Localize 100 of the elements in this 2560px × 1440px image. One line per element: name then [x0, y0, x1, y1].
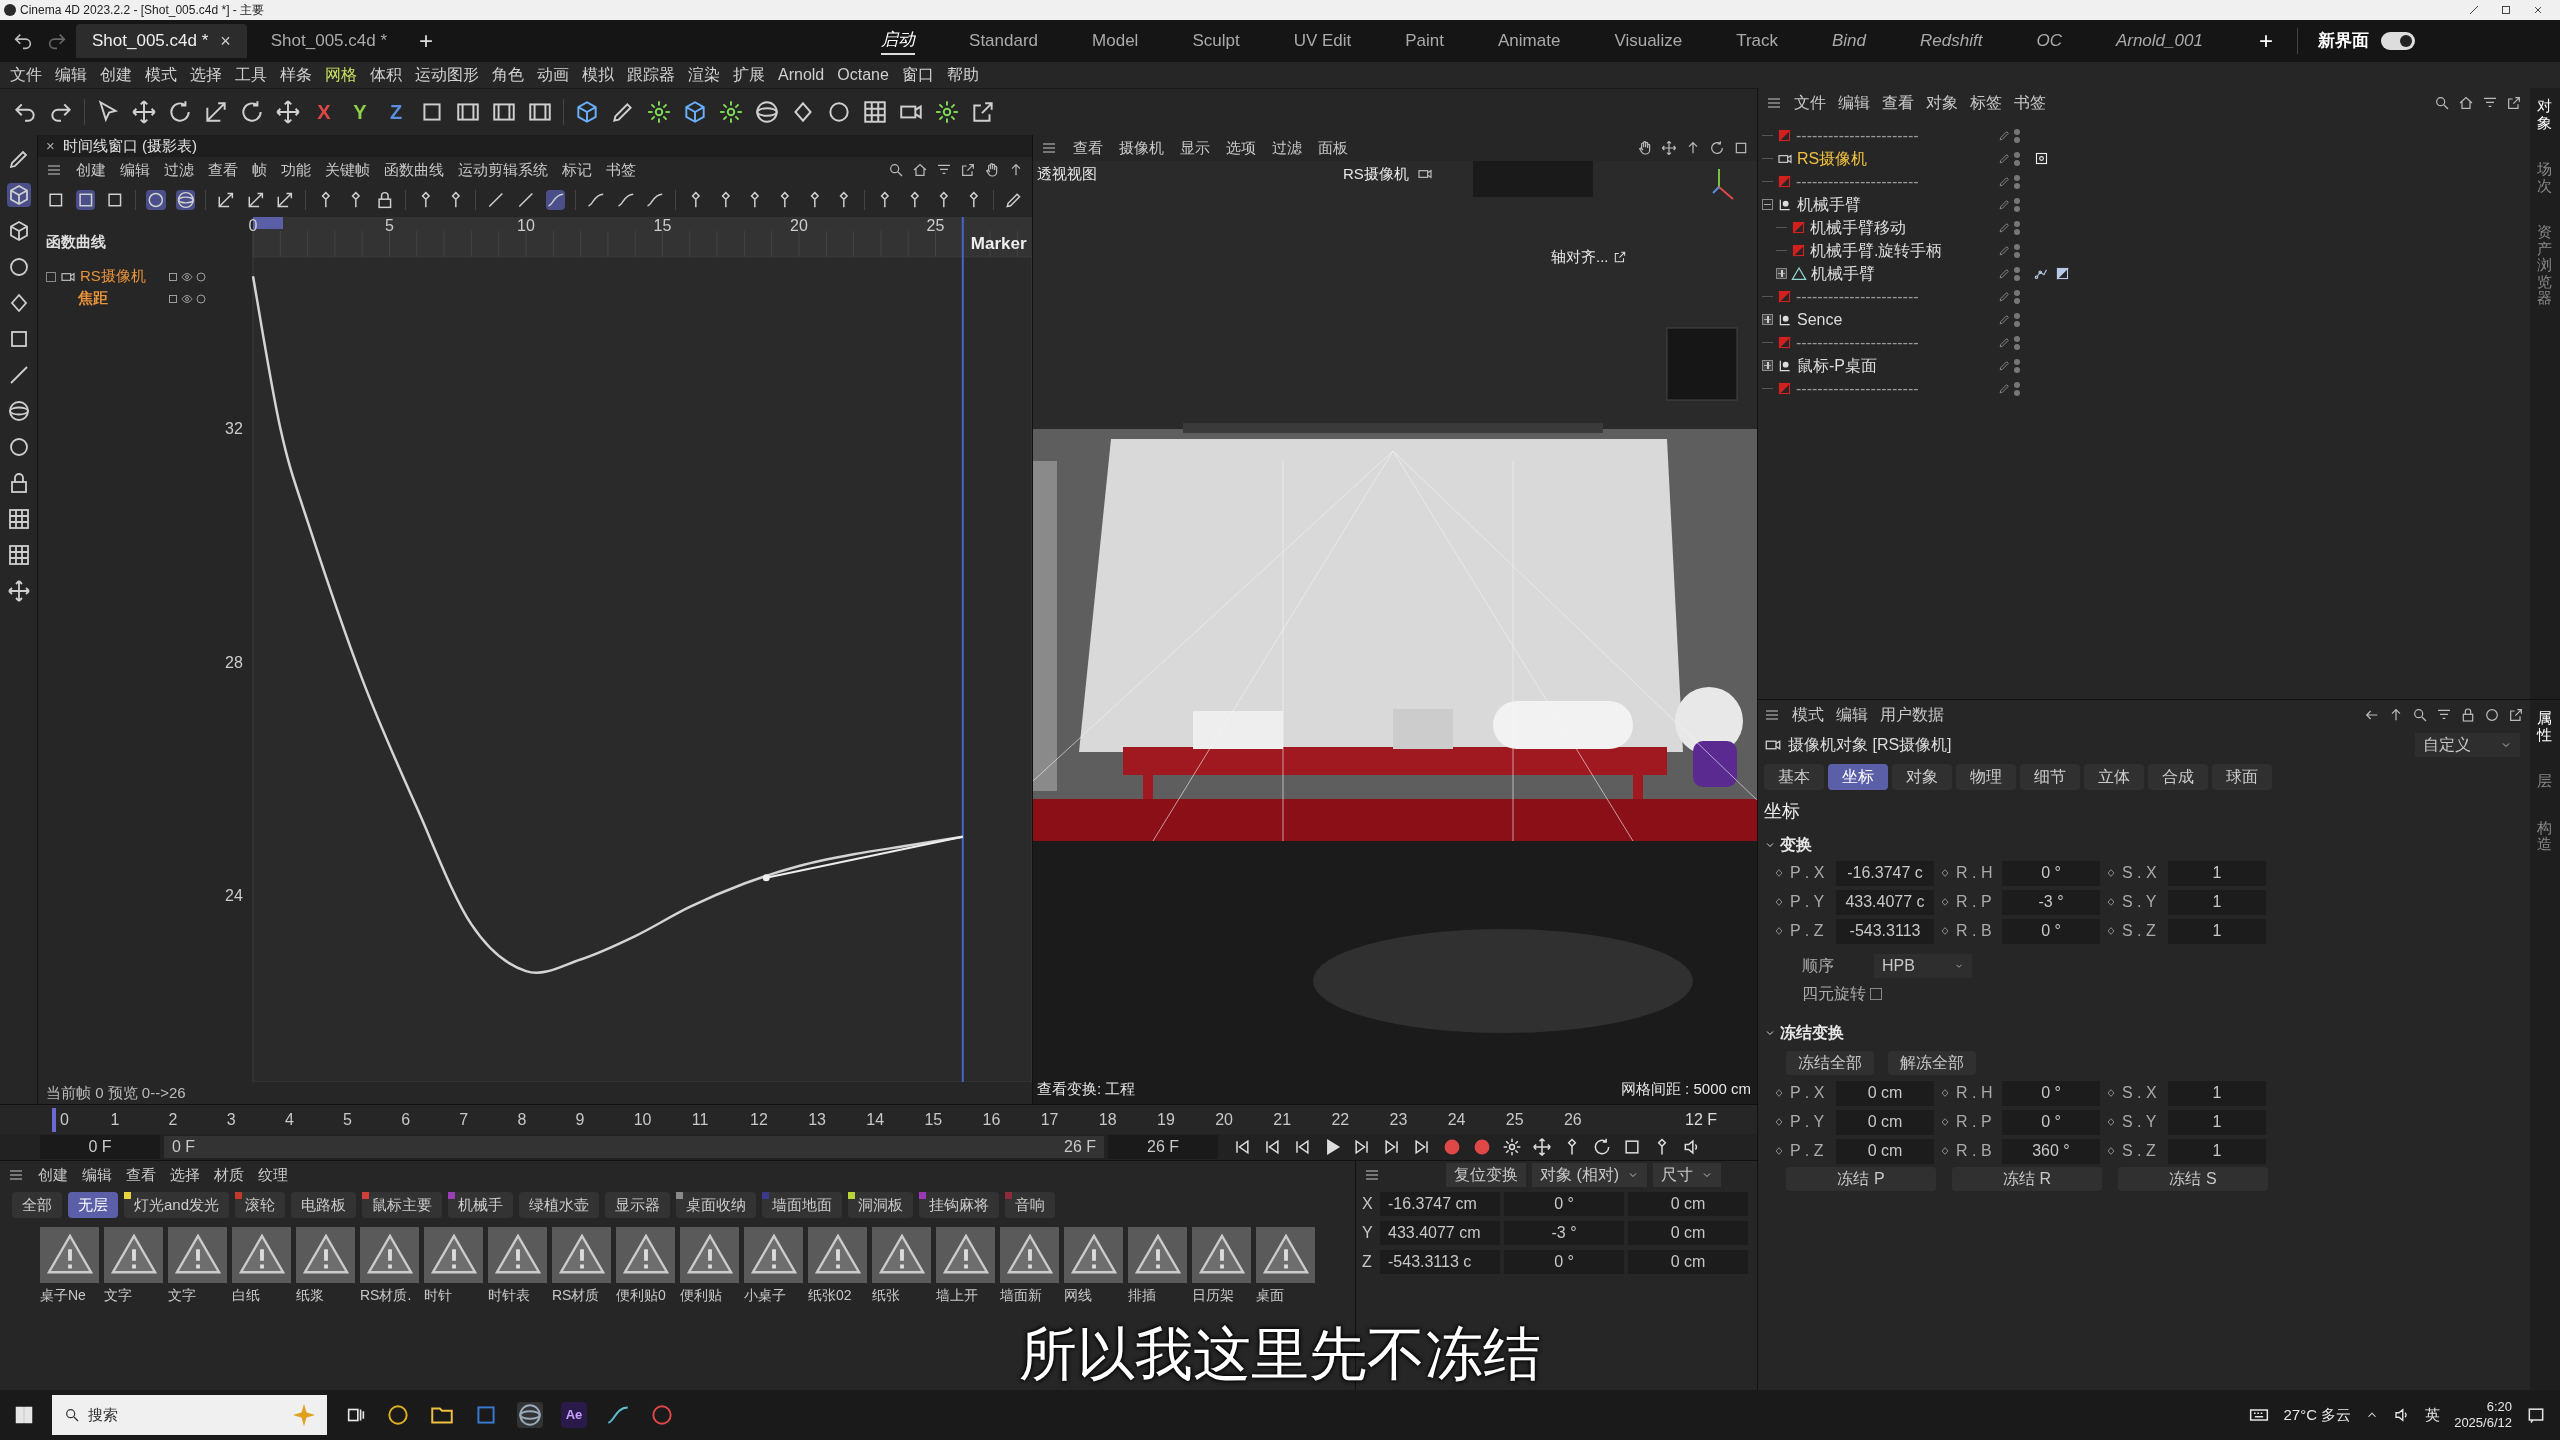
add-layout-button[interactable]: +	[2258, 23, 2273, 59]
menu-item[interactable]: 查看	[1882, 91, 1914, 115]
square-icon[interactable]	[75, 190, 96, 210]
visibility-dots-icon[interactable]	[2014, 128, 2020, 143]
keyframe-icon[interactable]	[1774, 1088, 1784, 1098]
weather-text[interactable]: 27°C 多云	[2283, 1403, 2352, 1427]
menu-item[interactable]: 选项	[1226, 136, 1256, 160]
material-name[interactable]: 小桌子	[744, 1285, 803, 1306]
menu-item[interactable]: 查看	[1073, 136, 1103, 160]
search-icon[interactable]	[2412, 707, 2428, 723]
attribute-tab[interactable]: 合成	[2148, 764, 2208, 790]
menu-item[interactable]: 摄像机	[1119, 136, 1164, 160]
square-icon[interactable]	[1733, 140, 1749, 156]
menu-item[interactable]: 对象	[1926, 91, 1958, 115]
menu-item[interactable]: 查看	[208, 158, 238, 182]
material-preview[interactable]	[360, 1227, 419, 1283]
search-field[interactable]: 搜索	[52, 1395, 327, 1435]
axis-toggle-button[interactable]: X	[311, 97, 337, 127]
rotate-icon[interactable]	[1592, 1137, 1612, 1157]
frame-ruler[interactable]: 0 1 2 3 4 5 6 7 8 9 10 11 12 13 14 15 16 17 18 19 20 21 22 23 24 25 26 12 F	[0, 1104, 1757, 1134]
menu-item[interactable]: 纹理	[258, 1163, 288, 1187]
material-preview[interactable]	[104, 1227, 163, 1283]
visibility-dots-icon[interactable]	[2014, 243, 2020, 258]
menu-item[interactable]: 选择	[190, 63, 222, 87]
layer-tab[interactable]: 全部	[12, 1192, 62, 1218]
new-tab-button[interactable]: +	[419, 23, 434, 59]
menu-item[interactable]: 运动剪辑系统	[458, 158, 548, 182]
menu-item[interactable]: 查看	[126, 1163, 156, 1187]
maximize-icon[interactable]	[2500, 4, 2512, 16]
layout-tab[interactable]: OC	[2036, 28, 2062, 54]
menu-item[interactable]: 编辑	[120, 158, 150, 182]
layout-tab[interactable]: Animate	[1498, 28, 1561, 54]
menu-item[interactable]: 编辑	[82, 1163, 112, 1187]
separator-object[interactable]: -----------------------	[1796, 284, 1919, 309]
freeze-button[interactable]: 冻结 R	[1952, 1167, 2102, 1191]
rotation-field[interactable]: 0 °	[2002, 918, 2100, 944]
menu-item[interactable]: 窗口	[901, 63, 934, 87]
material-name[interactable]: 白纸	[232, 1285, 291, 1306]
keyframe-icon[interactable]	[2106, 926, 2116, 936]
visibility-dots-icon[interactable]	[2014, 289, 2020, 304]
edit-toggle-icon[interactable]	[1998, 175, 2011, 188]
position-field[interactable]: 433.4077 cm	[1380, 1220, 1500, 1245]
material-preview[interactable]	[680, 1227, 739, 1283]
menu-item[interactable]: 模拟	[582, 63, 614, 87]
position-field[interactable]: -543.3113	[1836, 918, 1934, 944]
material-preview[interactable]	[40, 1227, 99, 1283]
material-preview[interactable]	[808, 1227, 867, 1283]
edit-toggle-icon[interactable]	[1998, 267, 2011, 280]
material-preview[interactable]	[552, 1227, 611, 1283]
material-name[interactable]: 文字	[104, 1285, 163, 1306]
material-preview[interactable]	[1128, 1227, 1187, 1283]
attribute-tab[interactable]: 坐标	[1828, 764, 1888, 790]
position-field[interactable]: -543.3113 c	[1380, 1249, 1500, 1274]
clock-time[interactable]: 6:20	[2486, 1399, 2512, 1415]
material-preview[interactable]	[488, 1227, 547, 1283]
freeze-button[interactable]: 冻结 S	[2118, 1167, 2268, 1191]
close-tab-button[interactable]: ×	[220, 27, 231, 55]
keyframe-icon[interactable]	[1940, 1088, 1950, 1098]
search-icon[interactable]	[888, 162, 904, 178]
edit-toggle-icon[interactable]	[1998, 244, 2011, 257]
scale-field[interactable]: 1	[2168, 1080, 2266, 1106]
keyframe-icon[interactable]	[2106, 897, 2116, 907]
keyframe-icon[interactable]	[1940, 1117, 1950, 1127]
material-preview[interactable]	[1000, 1227, 1059, 1283]
side-tab[interactable]: 对象	[2537, 98, 2553, 131]
rotation-field[interactable]: -3 °	[1504, 1220, 1624, 1245]
visibility-dots-icon[interactable]	[2014, 220, 2020, 235]
menu-item[interactable]: 书签	[2014, 91, 2046, 115]
move-icon[interactable]	[275, 99, 301, 125]
menu-item[interactable]: 编辑	[1836, 703, 1868, 727]
visibility-dots-icon[interactable]	[2014, 197, 2020, 212]
solo-icon[interactable]	[195, 292, 207, 305]
menu-icon[interactable]	[1764, 707, 1780, 723]
menu-icon[interactable]	[8, 1167, 24, 1183]
menu-item[interactable]: 创建	[76, 158, 106, 182]
position-field[interactable]: 0 cm	[1836, 1138, 1934, 1164]
layout-tab[interactable]: UV Edit	[1293, 28, 1352, 54]
menu-icon[interactable]	[46, 162, 62, 178]
keyframe-icon[interactable]	[1774, 897, 1784, 907]
edit-toggle-icon[interactable]	[1998, 382, 2011, 395]
move-icon[interactable]	[1532, 1137, 1552, 1157]
side-tab[interactable]: 属性	[2537, 710, 2553, 743]
visibility-dots-icon[interactable]	[2014, 151, 2020, 166]
input-method[interactable]: 英	[2425, 1403, 2441, 1427]
start-icon[interactable]	[14, 1405, 34, 1425]
attribute-tab[interactable]: 立体	[2084, 764, 2144, 790]
menu-item[interactable]: 编辑	[1838, 91, 1870, 115]
checkbox[interactable]	[1870, 988, 1882, 1000]
tangent-handle[interactable]	[762, 835, 964, 882]
keyframe-icon[interactable]	[1940, 1146, 1950, 1156]
menu-item[interactable]: 面板	[1318, 136, 1348, 160]
material-preview[interactable]	[744, 1227, 803, 1283]
object-name[interactable]: Sence	[1797, 307, 1843, 332]
material-name[interactable]: 纸浆	[296, 1285, 355, 1306]
rotate-icon[interactable]	[1709, 140, 1725, 156]
side-tab[interactable]: 场次	[2537, 161, 2553, 194]
menu-item[interactable]: 显示	[1180, 136, 1210, 160]
grid-icon[interactable]	[6, 543, 31, 567]
size-field[interactable]: 0 cm	[1628, 1249, 1748, 1274]
separator-object[interactable]: -----------------------	[1796, 376, 1919, 401]
